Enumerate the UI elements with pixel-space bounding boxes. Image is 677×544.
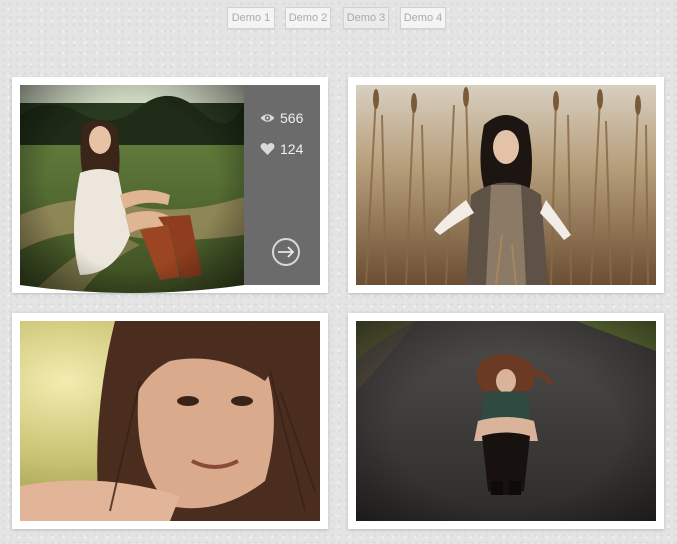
gallery-photo-3[interactable] xyxy=(20,321,320,521)
gallery-photo-1[interactable] xyxy=(20,78,244,301)
demo-nav: Demo 1 Demo 2 Demo 3 Demo 4 xyxy=(0,7,677,31)
next-arrow-button[interactable] xyxy=(272,238,300,266)
gallery-card-1[interactable]: 566 124 xyxy=(12,77,328,293)
demo-3-button[interactable]: Demo 3 xyxy=(343,7,389,29)
views-count: 566 xyxy=(280,110,304,126)
heart-icon[interactable] xyxy=(260,142,275,156)
gallery-card-4[interactable] xyxy=(348,313,664,529)
demo-4-button[interactable]: Demo 4 xyxy=(400,7,446,29)
demo-1-button[interactable]: Demo 1 xyxy=(227,7,275,29)
gallery-card-3[interactable] xyxy=(12,313,328,529)
gallery-photo-4[interactable] xyxy=(356,321,656,521)
eye-icon xyxy=(260,111,275,125)
gallery-photo-2[interactable] xyxy=(356,85,656,285)
likes-count: 124 xyxy=(280,141,304,157)
gallery-card-2[interactable] xyxy=(348,77,664,293)
image-info-panel: 566 124 xyxy=(244,85,320,285)
demo-2-button[interactable]: Demo 2 xyxy=(285,7,331,29)
arrow-right-icon xyxy=(278,246,295,258)
